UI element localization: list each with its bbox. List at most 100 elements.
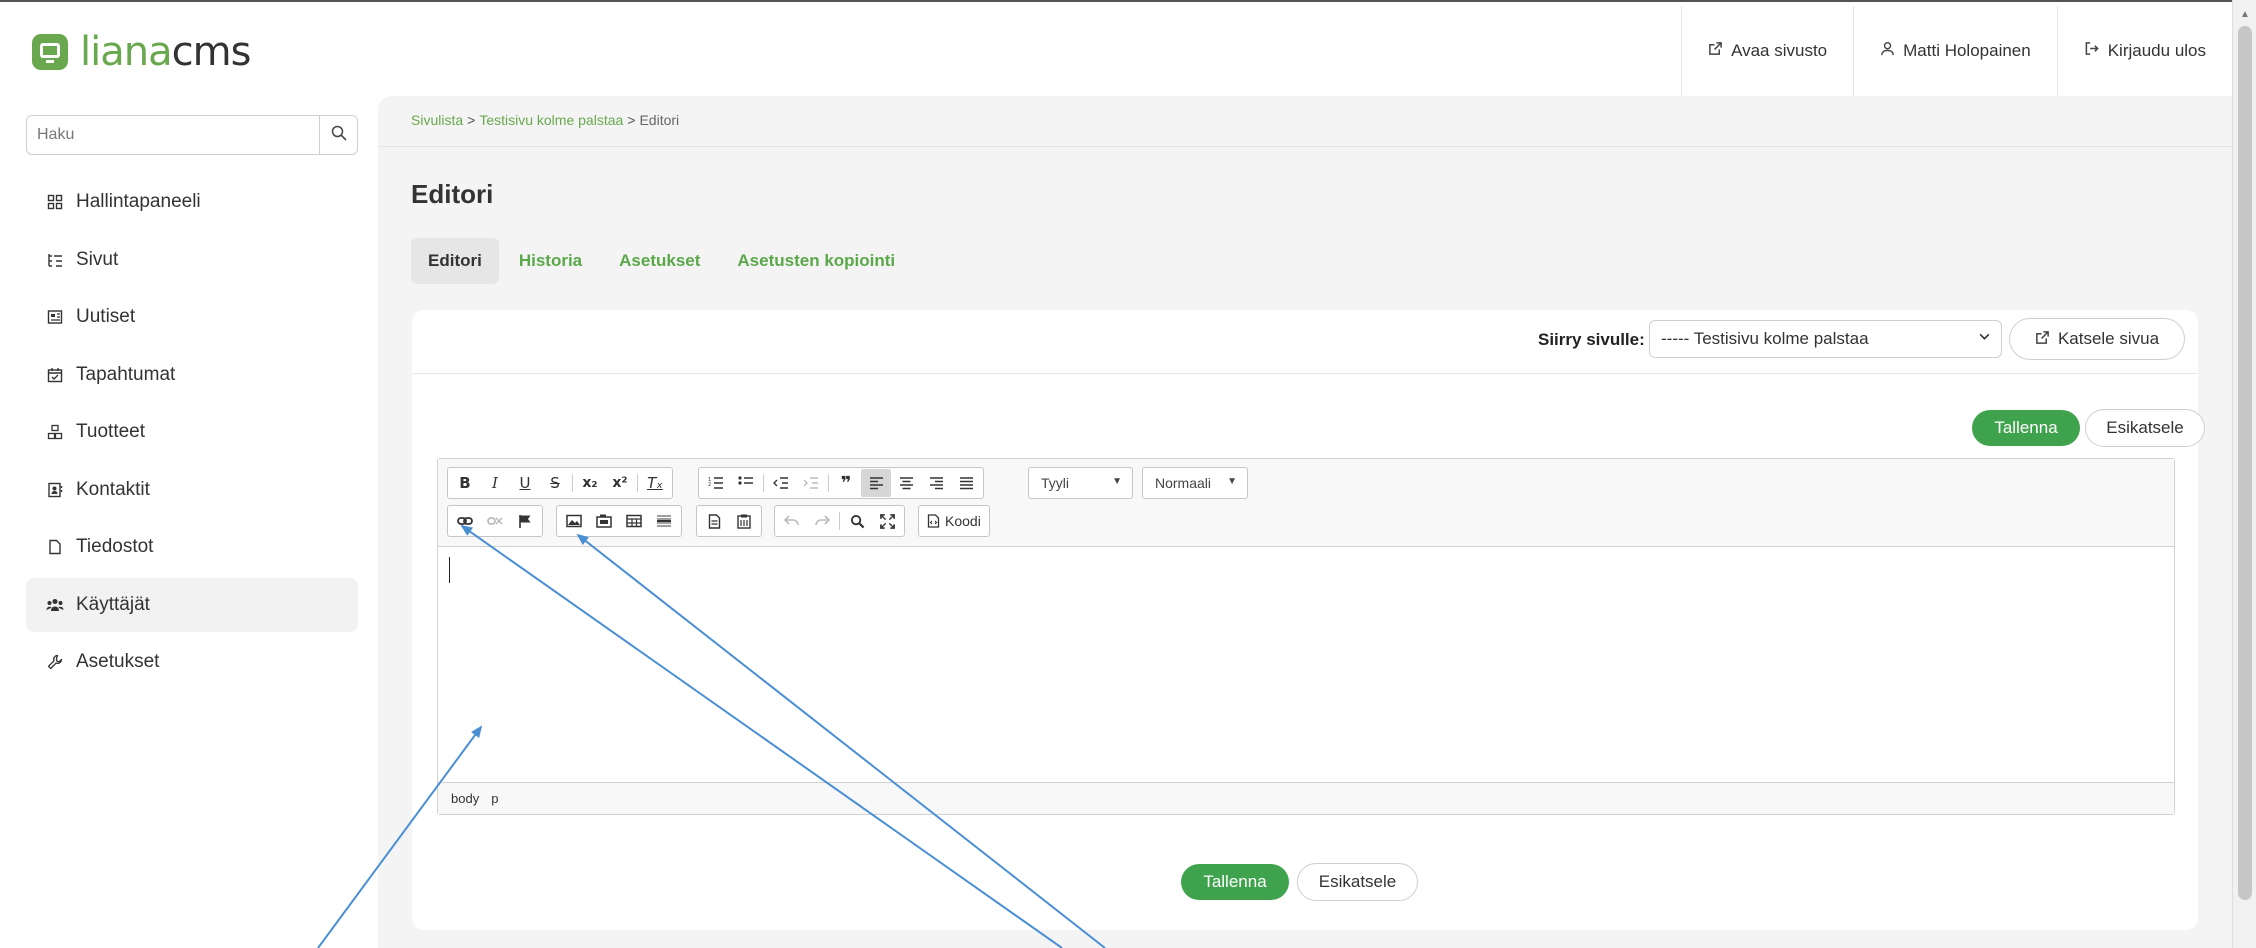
products-icon <box>46 423 64 441</box>
format-combo-value: Normaali <box>1155 475 1212 491</box>
links-group <box>447 505 543 537</box>
numbered-list-icon[interactable]: 12 <box>701 469 731 497</box>
increase-indent-icon[interactable] <box>796 469 826 497</box>
paste-icon[interactable] <box>729 507 759 535</box>
sidebar-item-label: Asetukset <box>76 651 160 672</box>
svg-text:2: 2 <box>708 482 711 488</box>
bold-icon[interactable]: B <box>450 469 480 497</box>
format-combo[interactable]: Normaali ▼ <box>1142 467 1248 499</box>
style-combo[interactable]: Tyyli ▼ <box>1028 467 1133 499</box>
user-profile-link[interactable]: Matti Holopainen <box>1853 6 2057 96</box>
contacts-icon <box>46 481 64 499</box>
sidebar-item-users[interactable]: Käyttäjät <box>26 577 358 632</box>
sidebar-item-label: Sivut <box>76 248 119 270</box>
undo-icon[interactable] <box>777 507 807 535</box>
users-icon <box>46 596 64 614</box>
sidebar-item-label: Kontaktit <box>76 478 150 500</box>
sidebar-item-files[interactable]: Tiedostot <box>26 520 358 574</box>
combo-arrow-icon: ▼ <box>1227 476 1237 487</box>
superscript-icon[interactable]: x² <box>605 469 635 497</box>
align-center-icon[interactable] <box>891 469 921 497</box>
file-icon <box>46 538 64 556</box>
maximize-icon[interactable] <box>872 507 902 535</box>
header-links: Avaa sivusto Matti Holopainen Kirjaudu u… <box>1681 6 2232 96</box>
subscript-icon[interactable]: x₂ <box>575 469 605 497</box>
editor-content-area[interactable] <box>438 547 2174 782</box>
sidebar-item-events[interactable]: Tapahtumat <box>26 348 358 402</box>
view-page-button[interactable]: Katsele sivua <box>2009 318 2185 360</box>
editor-card: Siirry sivulle: ----- Testisivu kolme pa… <box>412 310 2205 930</box>
save-button-top[interactable]: Tallenna <box>1972 410 2080 446</box>
page-scrollbar[interactable]: ▲ <box>2232 0 2256 948</box>
preview-button-bottom[interactable]: Esikatsele <box>1297 863 1418 901</box>
align-right-icon[interactable] <box>921 469 951 497</box>
source-group[interactable]: Koodi <box>918 505 990 537</box>
italic-icon[interactable]: I <box>480 469 510 497</box>
goto-page-value: ----- Testisivu kolme palstaa <box>1661 329 1869 348</box>
news-icon <box>46 308 64 326</box>
logo-monitor-icon <box>32 34 68 70</box>
horizontal-rule-icon[interactable] <box>649 507 679 535</box>
search-input[interactable] <box>27 116 319 154</box>
tab-settings-copy[interactable]: Asetusten kopiointi <box>720 238 912 284</box>
sidebar-item-pages[interactable]: Sivut <box>26 233 358 287</box>
page-navigation-bar: Siirry sivulle: ----- Testisivu kolme pa… <box>412 310 2198 374</box>
image-icon[interactable] <box>559 507 589 535</box>
editor-toolbar: B I U S x₂ x² Tₓ 12 ❞ Tyyli ▼ Normaali ▼… <box>438 459 2174 547</box>
source-button-label: Koodi <box>945 513 981 529</box>
breadcrumb-separator: > <box>467 112 476 128</box>
link-icon[interactable] <box>450 507 480 535</box>
pages-icon <box>46 251 64 269</box>
preview-button-top[interactable]: Esikatsele <box>2085 409 2205 447</box>
breadcrumb-page[interactable]: Testisivu kolme palstaa <box>479 112 623 128</box>
media-icon[interactable] <box>589 507 619 535</box>
breadcrumb: Sivulista > Testisivu kolme palstaa > Editor… <box>411 112 679 128</box>
calendar-icon <box>46 366 64 384</box>
save-button-bottom[interactable]: Tallenna <box>1181 864 1289 900</box>
scroll-up-arrow-icon[interactable]: ▲ <box>2240 9 2250 20</box>
sidebar-item-dashboard[interactable]: Hallintapaneeli <box>26 175 358 229</box>
liana-cms-logo[interactable]: lianacms <box>32 32 251 72</box>
redo-icon[interactable] <box>807 507 837 535</box>
strikethrough-icon[interactable]: S <box>540 469 570 497</box>
insert-group <box>556 505 682 537</box>
breadcrumb-page-list[interactable]: Sivulista <box>411 112 463 128</box>
tab-history[interactable]: Historia <box>502 238 599 284</box>
blockquote-icon[interactable]: ❞ <box>831 469 861 497</box>
main-content: Sivulista > Testisivu kolme palstaa > Editor… <box>378 96 2232 948</box>
sidebar-item-label: Käyttäjät <box>76 593 150 615</box>
sidebar-item-settings[interactable]: Asetukset <box>26 635 358 689</box>
underline-icon[interactable]: U <box>510 469 540 497</box>
unlink-icon[interactable] <box>480 507 510 535</box>
path-body[interactable]: body <box>451 791 479 806</box>
combo-arrow-icon: ▼ <box>1112 476 1122 487</box>
logout-link[interactable]: Kirjaudu ulos <box>2056 6 2232 96</box>
sidebar-item-products[interactable]: Tuotteet <box>26 405 358 459</box>
element-path-bar: body p <box>438 782 2174 814</box>
find-icon[interactable] <box>842 507 872 535</box>
table-icon[interactable] <box>619 507 649 535</box>
goto-page-label: Siirry sivulle: <box>1538 330 1645 349</box>
rich-text-editor: B I U S x₂ x² Tₓ 12 ❞ Tyyli ▼ Normaali ▼… <box>437 458 2175 815</box>
sidebar-item-label: Tuotteet <box>76 421 146 442</box>
sidebar-item-news[interactable]: Uutiset <box>26 290 358 344</box>
bulleted-list-icon[interactable] <box>731 469 761 497</box>
tab-settings[interactable]: Asetukset <box>602 238 717 284</box>
template-icon[interactable] <box>699 507 729 535</box>
open-site-link[interactable]: Avaa sivusto <box>1681 6 1853 96</box>
justify-icon[interactable] <box>951 469 981 497</box>
search-button[interactable] <box>319 116 357 154</box>
scrollbar-thumb[interactable] <box>2238 26 2252 900</box>
source-code-icon <box>927 514 940 528</box>
tab-editor[interactable]: Editori <box>411 238 499 284</box>
sidebar-item-contacts[interactable]: Kontaktit <box>26 463 358 517</box>
logout-icon <box>2084 41 2100 61</box>
decrease-indent-icon[interactable] <box>766 469 796 497</box>
basic-styles-group: B I U S x₂ x² Tₓ <box>447 467 673 499</box>
anchor-flag-icon[interactable] <box>510 507 540 535</box>
align-left-icon[interactable] <box>861 469 891 497</box>
remove-format-icon[interactable]: Tₓ <box>640 469 670 497</box>
sidebar-item-label: Uutiset <box>76 306 136 327</box>
path-p[interactable]: p <box>491 791 498 806</box>
goto-page-select[interactable]: ----- Testisivu kolme palstaa <box>1649 320 2002 358</box>
